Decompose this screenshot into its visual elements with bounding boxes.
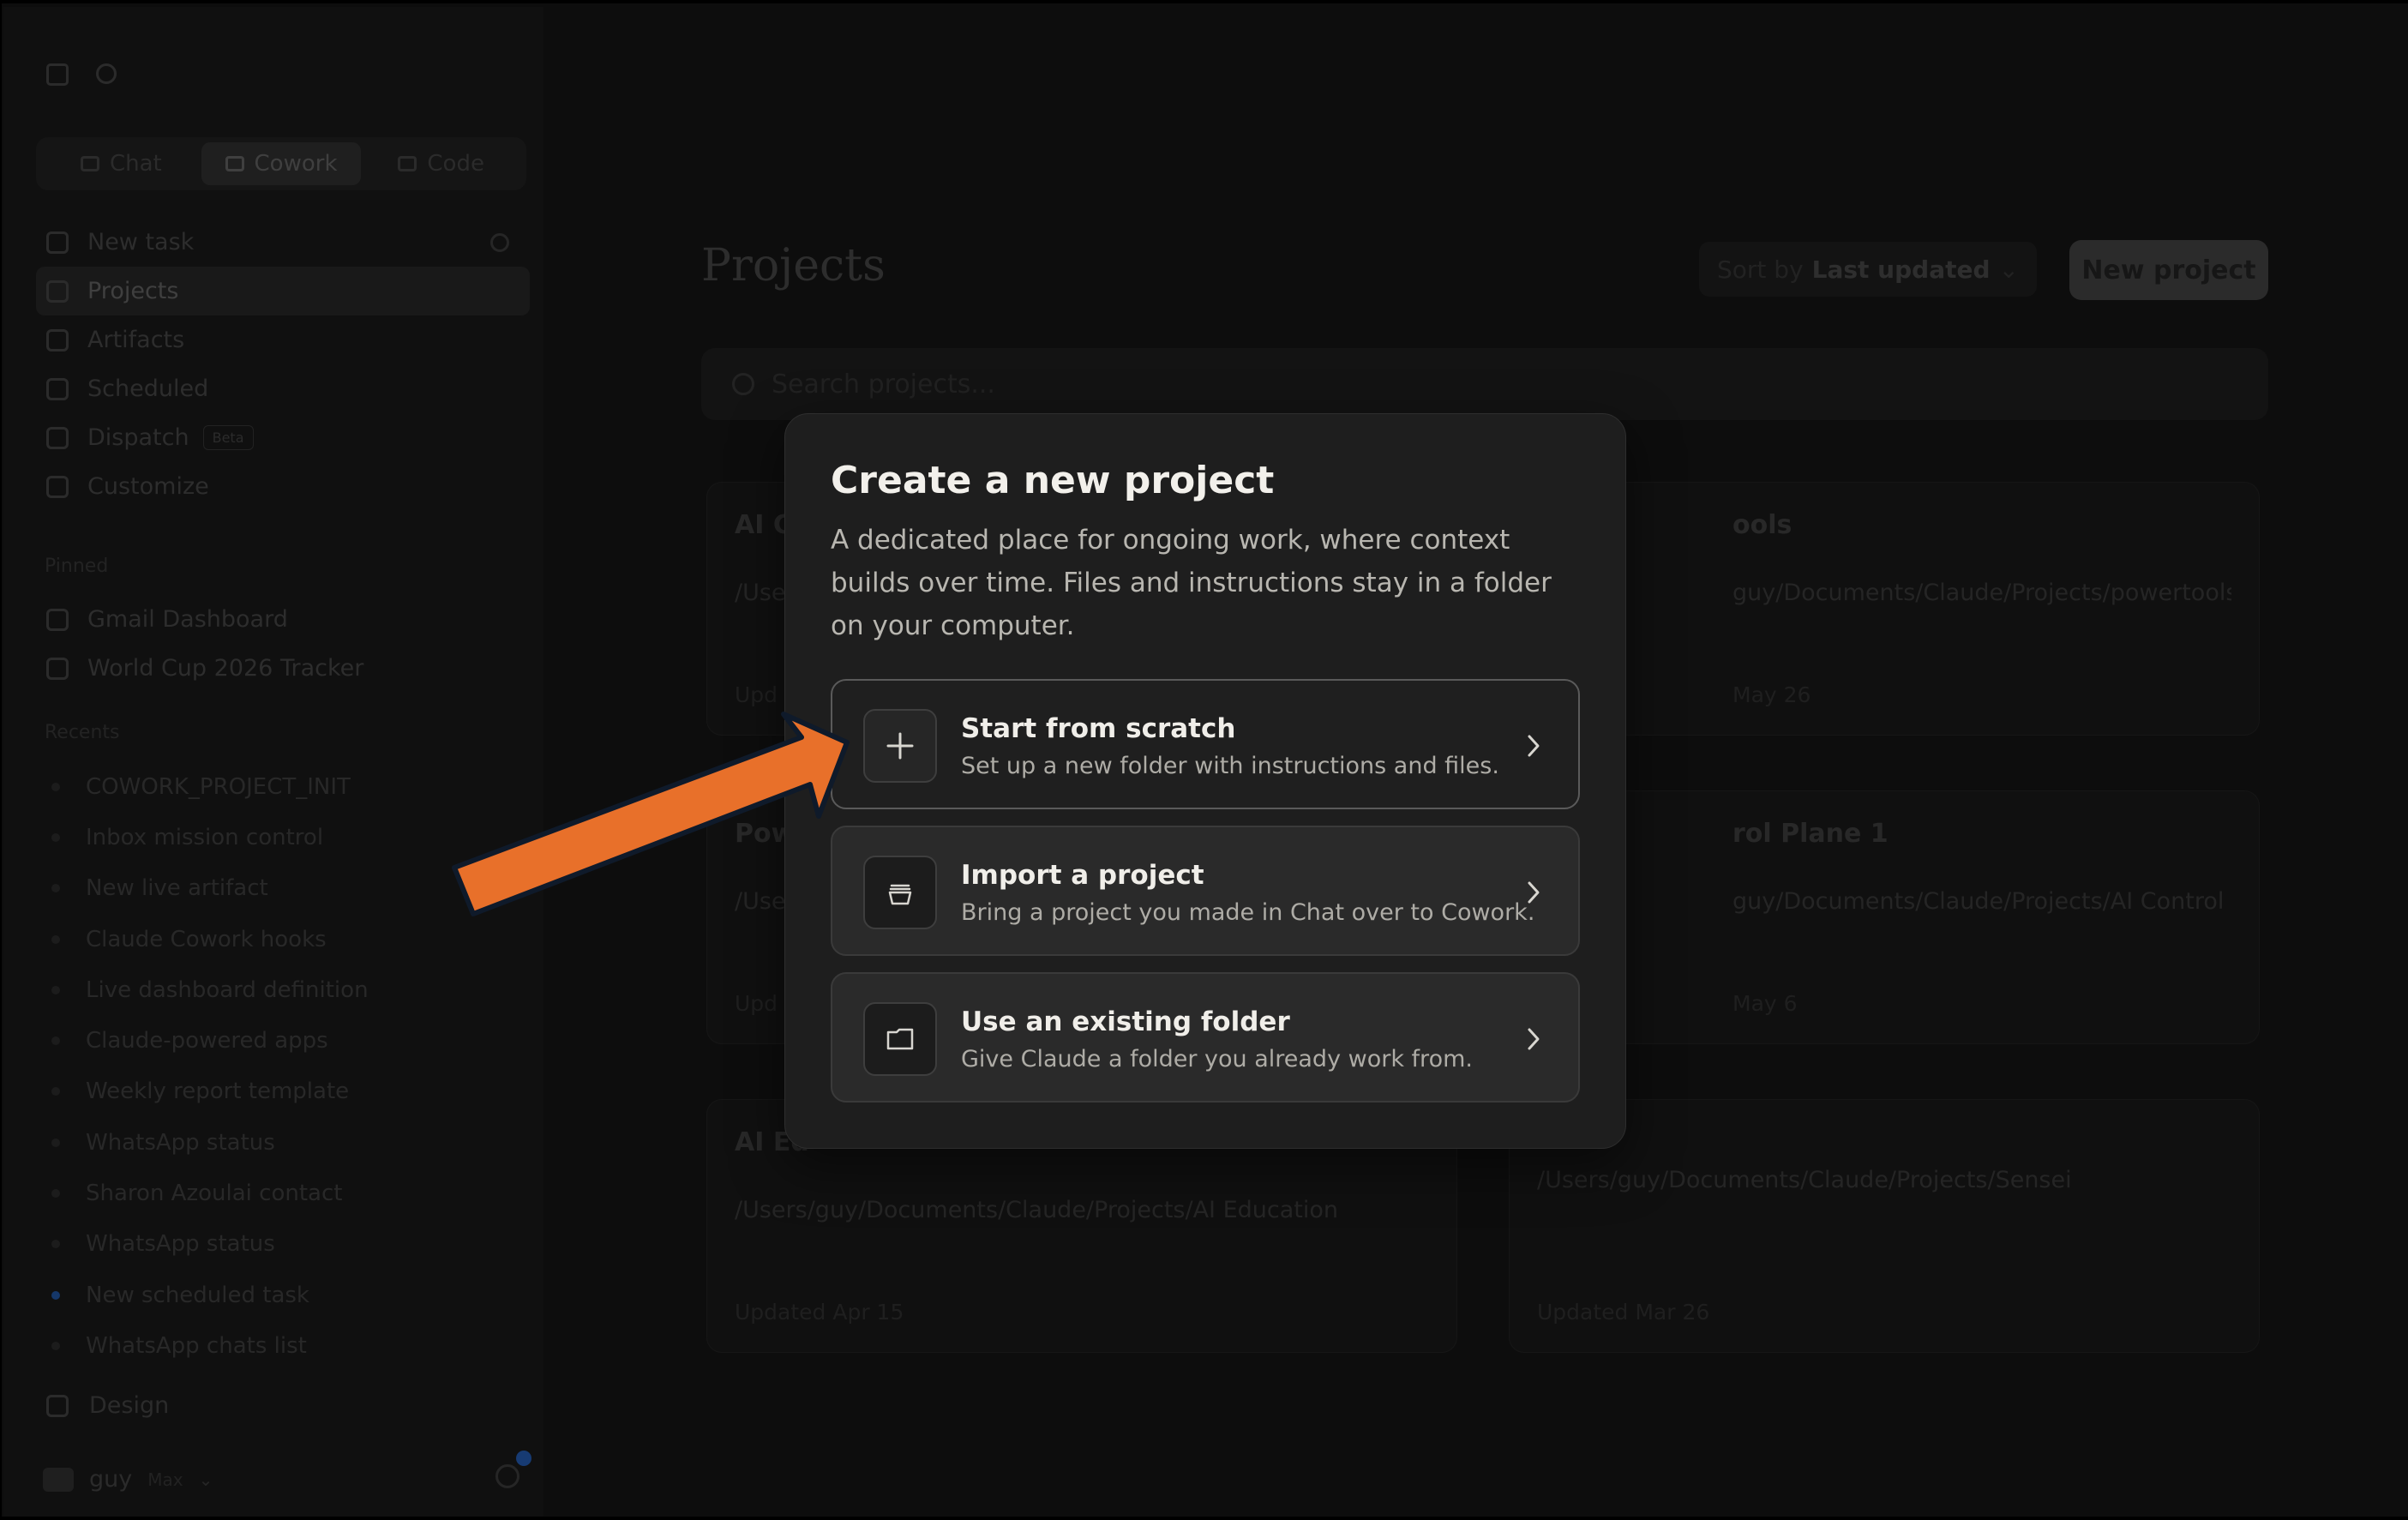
annotation-arrow-icon [452, 712, 850, 916]
app-window: Chat Cowork Code New task Projects Artif… [0, 0, 2408, 1520]
